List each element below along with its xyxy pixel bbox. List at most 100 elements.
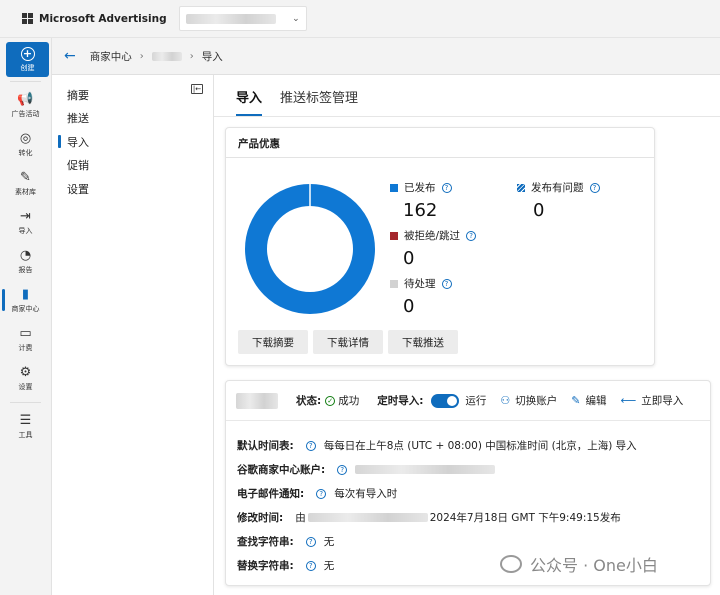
detail-value: 每次有导入时 <box>334 488 398 500</box>
rejected-swatch <box>390 231 398 240</box>
pending-count: 0 <box>403 296 415 317</box>
wechat-icon <box>500 555 522 573</box>
subnav-item-import[interactable]: 导入 <box>52 130 213 154</box>
rail-item-merchant-center[interactable]: ▮ 商家中心 <box>0 281 51 320</box>
import-arrow-icon: ⇥ <box>20 208 31 224</box>
card-title: 产品优惠 <box>226 128 654 158</box>
help-icon[interactable]: ? <box>466 230 477 241</box>
switch-account-link[interactable]: ⚇ 切换账户 <box>500 393 557 408</box>
detail-key: 查找字符串: <box>237 536 294 548</box>
detail-key: 替换字符串: <box>237 560 294 572</box>
published-swatch <box>390 183 398 192</box>
rail-label: 报告 <box>18 265 33 274</box>
rail-item-import[interactable]: ⇥ 导入 <box>0 203 51 242</box>
detail-row-replace: 替换字符串: ? 无 <box>237 558 334 573</box>
megaphone-icon: 📢 <box>17 91 34 107</box>
rail-item-reports[interactable]: ◔ 报告 <box>0 242 51 281</box>
rejected-legend: 被拒绝/跳过 ? <box>390 228 477 243</box>
rejected-label: 被拒绝/跳过 <box>404 230 461 242</box>
brand[interactable]: Microsoft Advertising <box>22 12 167 25</box>
help-icon[interactable]: ? <box>589 182 600 193</box>
detail-row-google-account: 谷歌商家中心账户: ? <box>237 462 496 477</box>
success-check-icon: ✓ <box>325 395 336 406</box>
back-arrow-icon[interactable]: ← <box>64 48 76 64</box>
main-content: 导入 推送标签管理 产品优惠 已发布 ? 162 被拒绝/跳过 ? 0 待处理 … <box>214 75 720 595</box>
top-bar: Microsoft Advertising ⌄ <box>0 0 720 38</box>
download-summary-button[interactable]: 下载摘要 <box>238 330 308 354</box>
person-icon: ⚇ <box>500 394 511 407</box>
rail-item-billing[interactable]: ▭ 计费 <box>0 320 51 359</box>
status-label: 状态: <box>296 395 322 407</box>
help-icon[interactable]: ? <box>305 440 316 451</box>
detail-row-email: 电子邮件通知: ? 每次有导入时 <box>237 486 397 501</box>
wallet-icon: ▭ <box>19 325 32 341</box>
create-button[interactable]: + 创建 <box>6 42 49 77</box>
pending-label: 待处理 <box>404 278 436 290</box>
secondary-nav: |← 摘要 推送 导入 促销 设置 <box>52 75 214 595</box>
account-selector[interactable]: ⌄ <box>178 6 307 31</box>
offers-donut-chart <box>245 184 375 314</box>
detail-value-prefix: 由 <box>295 512 306 524</box>
detail-key: 谷歌商家中心账户: <box>237 464 326 476</box>
redacted-user <box>307 513 428 522</box>
switch-account-label: 切换账户 <box>515 395 558 407</box>
help-icon[interactable]: ? <box>337 464 348 475</box>
detail-value: 无 <box>323 536 335 548</box>
detail-key: 修改时间: <box>237 512 284 524</box>
subnav-item-feeds[interactable]: 推送 <box>52 107 213 131</box>
rail-divider <box>10 402 41 403</box>
chevron-right-icon: › <box>139 50 144 62</box>
breadcrumb-current: 导入 <box>201 50 223 63</box>
chevron-right-icon: › <box>189 50 194 62</box>
tab-import[interactable]: 导入 <box>236 87 263 116</box>
subnav-item-settings[interactable]: 设置 <box>52 177 213 201</box>
plus-icon: + <box>20 46 35 61</box>
download-details-button[interactable]: 下载详情 <box>313 330 383 354</box>
download-feed-button[interactable]: 下载推送 <box>388 330 458 354</box>
chart-icon: ◔ <box>19 247 32 263</box>
redacted-store-name[interactable] <box>151 51 182 61</box>
help-icon[interactable]: ? <box>441 182 452 193</box>
rail-label: 广告活动 <box>11 109 40 118</box>
help-icon[interactable]: ? <box>441 278 452 289</box>
detail-value: 2024年7月18日 GMT 下午9:49:15发布 <box>429 512 621 524</box>
scheduled-import-label: 定时导入: <box>377 395 424 407</box>
detail-value: 无 <box>323 560 335 572</box>
rail-label: 素材库 <box>15 187 36 196</box>
rail-item-settings[interactable]: ⚙ 设置 <box>0 359 51 398</box>
rail-label: 转化 <box>18 148 33 157</box>
edit-label: 编辑 <box>585 395 607 407</box>
rail-item-tools[interactable]: ☰ 工具 <box>0 407 51 446</box>
published-label: 已发布 <box>404 182 436 194</box>
tab-feed-label-management[interactable]: 推送标签管理 <box>280 87 358 116</box>
help-icon[interactable]: ? <box>316 488 327 499</box>
product-offers-card: 产品优惠 已发布 ? 162 被拒绝/跳过 ? 0 待处理 ? 0 发布有问题 … <box>225 127 655 366</box>
rail-item-assets[interactable]: ✎ 素材库 <box>0 164 51 203</box>
subnav-item-promotions[interactable]: 促销 <box>52 154 213 178</box>
edit-link[interactable]: ✎ 编辑 <box>571 393 606 408</box>
detail-key: 默认时间表: <box>237 440 294 452</box>
chevron-down-icon: ⌄ <box>292 13 300 24</box>
rail-label: 设置 <box>18 382 33 391</box>
donut-segment-published <box>245 184 375 314</box>
help-icon[interactable]: ? <box>305 536 316 547</box>
rail-label: 商家中心 <box>11 304 40 313</box>
breadcrumb: ← 商家中心 › › 导入 <box>52 38 720 75</box>
help-icon[interactable]: ? <box>305 560 316 571</box>
published-count: 162 <box>403 200 438 221</box>
rejected-count: 0 <box>403 248 415 269</box>
breadcrumb-merchant-center[interactable]: 商家中心 <box>90 49 132 64</box>
rail-item-conversions[interactable]: ◎ 转化 <box>0 125 51 164</box>
subnav-item-summary[interactable]: 摘要 <box>52 83 213 107</box>
microsoft-logo-icon <box>22 12 34 25</box>
issues-label: 发布有问题 <box>531 182 584 194</box>
import-card-header: 状态: ✓ 成功 定时导入: 运行 ⚇ 切换账户 ✎ 编辑 ⟵ 立即导入 <box>226 381 710 421</box>
status-value: 成功 <box>338 395 360 407</box>
tab-bar: 导入 推送标签管理 <box>214 75 720 117</box>
import-now-link[interactable]: ⟵ 立即导入 <box>621 393 684 408</box>
rail-item-campaigns[interactable]: 📢 广告活动 <box>0 86 51 125</box>
published-legend: 已发布 ? <box>390 180 452 195</box>
image-edit-icon: ✎ <box>20 169 31 185</box>
scheduled-import-toggle[interactable] <box>431 393 460 408</box>
issues-legend: 发布有问题 ? <box>517 180 600 195</box>
